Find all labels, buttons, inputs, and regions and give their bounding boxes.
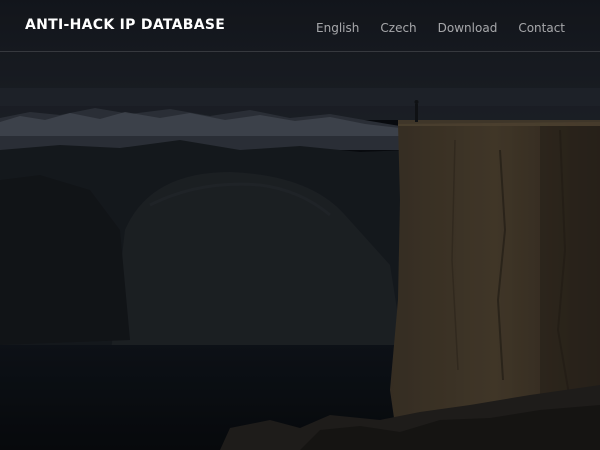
hero-background-image	[0, 0, 600, 450]
nav-item-download: Download	[438, 17, 498, 36]
nav-link-czech[interactable]: Czech	[380, 21, 416, 35]
top-navbar: ANTI-HACK IP DATABASE English Czech Down…	[0, 0, 600, 52]
nav-link-download[interactable]: Download	[438, 21, 498, 35]
nav-item-english: English	[316, 17, 359, 36]
nav-item-contact: Contact	[518, 17, 565, 36]
nav-link-english[interactable]: English	[316, 21, 359, 35]
nav-item-czech: Czech	[380, 17, 416, 36]
page: ANTI-HACK IP DATABASE English Czech Down…	[0, 0, 600, 450]
nav-menu: English Czech Download Contact	[316, 17, 565, 36]
brand-title-link[interactable]: ANTI-HACK IP DATABASE	[25, 17, 225, 33]
nav-link-contact[interactable]: Contact	[518, 21, 565, 35]
